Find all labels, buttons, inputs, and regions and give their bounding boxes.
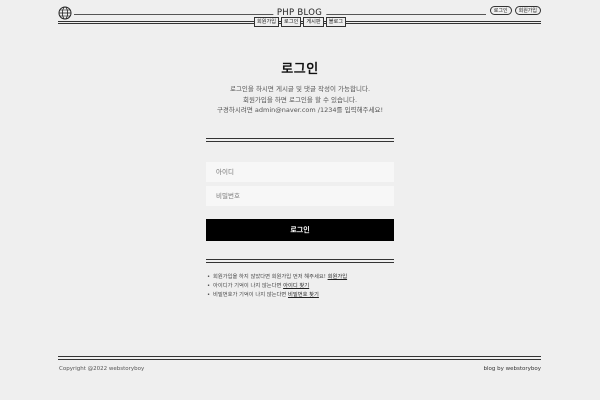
nav-item-login[interactable]: 로그인 xyxy=(281,17,302,27)
list-item: 아이디가 기억이 나지 않는다면 아이디 찾기 xyxy=(207,282,347,291)
help-list: 회원가입을 하지 않았다면 회원가입 먼저 해주세요! 회원가입 아이디가 기억… xyxy=(207,273,347,300)
list-item: 비밀번호가 기억이 나지 않는다면 비밀번호 찾기 xyxy=(207,291,347,300)
top-links: 로그인 회원가입 xyxy=(485,6,541,15)
main-nav: 회원가입 로그인 게시판 블로그 xyxy=(0,17,600,27)
description-line: 구경하시려면 admin@naver.com /1234를 입력해주세요! xyxy=(216,106,384,114)
login-intro: 로그인 로그인을 하시면 게시글 및 댓글 작성이 가능합니다. 회원가입을 하… xyxy=(0,58,600,116)
help-text: 회원가입을 하지 않았다면 회원가입 먼저 해주세요! xyxy=(213,274,328,280)
form-bottom-divider xyxy=(206,259,394,263)
form-top-divider xyxy=(206,138,394,142)
password-input[interactable] xyxy=(206,186,394,206)
list-item: 회원가입을 하지 않았다면 회원가입 먼저 해주세요! 회원가입 xyxy=(207,273,347,282)
nav-item-board[interactable]: 게시판 xyxy=(303,17,324,27)
description-line: 로그인을 하시면 게시글 및 댓글 작성이 가능합니다. xyxy=(229,85,371,93)
page: PHP BLOG 로그인 회원가입 회원가입 로그인 게시판 블로그 로그인 로… xyxy=(0,0,600,400)
nav-item-signup[interactable]: 회원가입 xyxy=(253,17,280,27)
copyright: Copyright @2022 webstoryboy xyxy=(59,366,145,372)
login-description: 로그인을 하시면 게시글 및 댓글 작성이 가능합니다. 회원가입을 하면 로그… xyxy=(0,84,600,116)
find-id-link[interactable]: 아이디 찾기 xyxy=(283,283,309,289)
help-text: 아이디가 기억이 나지 않는다면 xyxy=(213,283,284,289)
login-button[interactable]: 로그인 xyxy=(206,219,394,241)
footer-credit: blog by webstoryboy xyxy=(483,366,541,372)
top-signup-button[interactable]: 회원가입 xyxy=(514,6,541,15)
footer-divider xyxy=(58,356,541,360)
description-line: 회원가입을 하면 로그인을 할 수 있습니다. xyxy=(242,95,358,104)
find-password-link[interactable]: 비밀번호 찾기 xyxy=(288,292,319,298)
top-login-button[interactable]: 로그인 xyxy=(489,6,512,15)
help-text: 비밀번호가 기억이 나지 않는다면 xyxy=(213,292,288,298)
nav-item-blog[interactable]: 블로그 xyxy=(325,17,347,27)
page-title: 로그인 xyxy=(281,62,319,77)
id-input[interactable] xyxy=(206,162,394,182)
signup-link[interactable]: 회원가입 xyxy=(328,274,348,280)
